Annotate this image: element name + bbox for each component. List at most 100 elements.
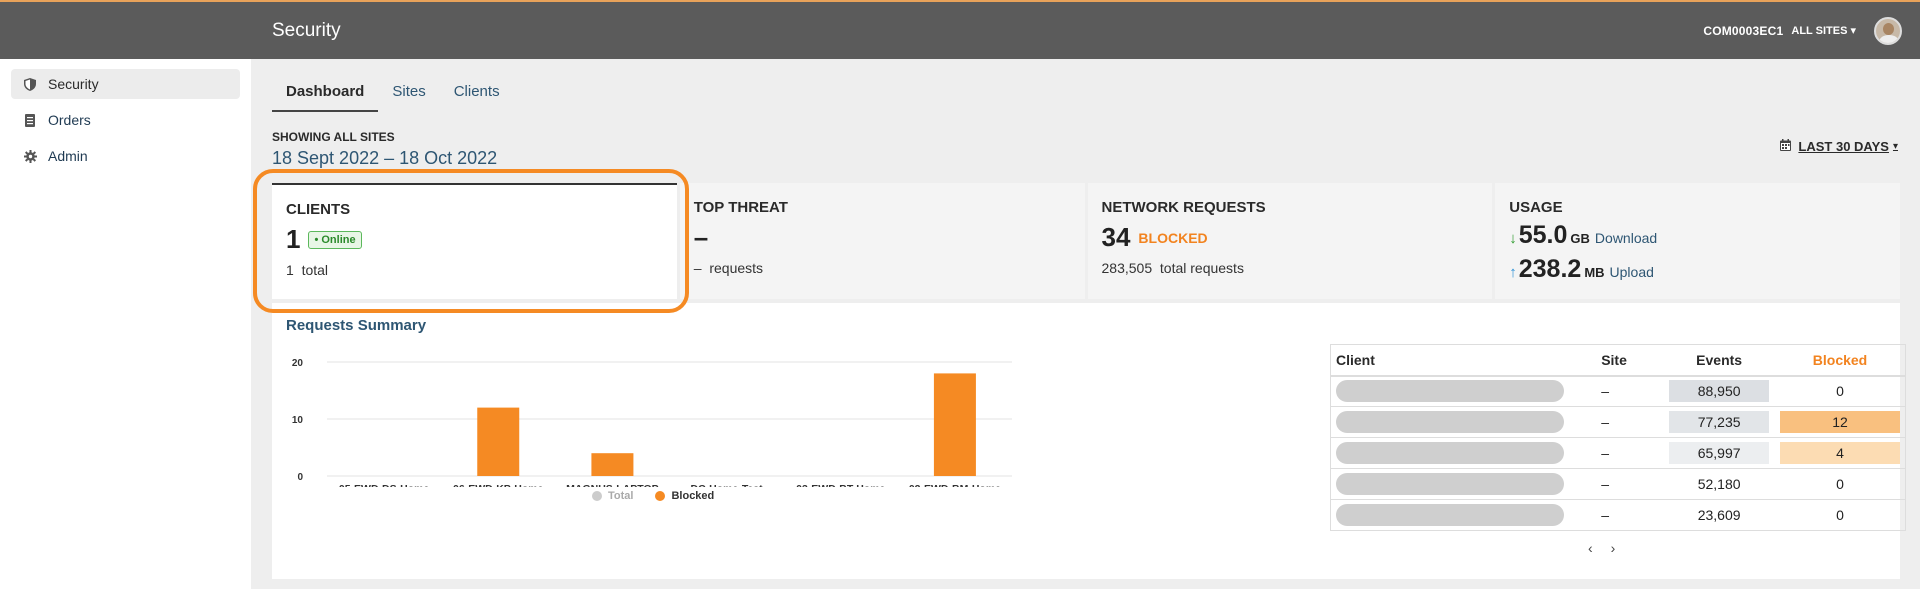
redacted-client-name: [1336, 411, 1564, 433]
column-header-client[interactable]: Client: [1330, 344, 1597, 377]
chevron-down-icon: ▾: [1892, 141, 1898, 152]
x-tick-label: 05-EWD-DS-Home: [339, 483, 430, 487]
status-badge: • Online: [308, 230, 362, 249]
sidebar-item-admin[interactable]: Admin: [11, 141, 240, 171]
blocked-value: 0: [1836, 476, 1844, 492]
period-label: LAST 30 DAYS: [1798, 139, 1889, 154]
calendar-icon: [1780, 139, 1792, 154]
document-icon: [22, 113, 38, 127]
clients-total-label: total: [301, 262, 329, 278]
next-page-button[interactable]: ›: [1611, 540, 1616, 556]
table-row[interactable]: – 23,609 0: [1330, 499, 1906, 531]
prev-page-button[interactable]: ‹: [1588, 540, 1593, 556]
client-cell: [1330, 437, 1597, 469]
bar-blocked: [591, 453, 634, 476]
upload-row: ↑ 238.2 MB Upload: [1509, 255, 1886, 284]
sidebar-item-security[interactable]: Security: [11, 69, 240, 99]
legend-swatch: [655, 491, 666, 501]
tab-bar: Dashboard Sites Clients: [272, 79, 514, 112]
events-cell: 65,997: [1663, 437, 1775, 469]
site-selector[interactable]: ALL SITES ▾: [1791, 24, 1856, 37]
x-tick-label: 03-EWD-BT-Home: [796, 483, 885, 487]
redacted-client-name: [1336, 504, 1564, 526]
table-row[interactable]: –65,997 4: [1330, 437, 1906, 469]
pagination: ‹ ›: [1588, 540, 1615, 556]
page-title: Security: [272, 19, 341, 41]
avatar[interactable]: [1874, 16, 1902, 45]
client-cell: [1330, 468, 1597, 500]
redacted-client-name: [1336, 380, 1564, 403]
blocked-value: 0: [1836, 507, 1844, 523]
section-title: Requests Summary: [286, 317, 427, 334]
blocked-label: BLOCKED: [1138, 229, 1208, 246]
main-content: Dashboard Sites Clients SHOWING ALL SITE…: [251, 59, 1920, 589]
y-tick-label: 10: [292, 415, 304, 426]
blocked-cell: 4: [1775, 437, 1906, 469]
top-bar: Security COM0003EC1 ALL SITES ▾: [251, 2, 1920, 59]
site-selector-label: ALL SITES: [1791, 25, 1848, 37]
blocked-cell: 12: [1775, 406, 1906, 438]
blocked-cell: 0: [1775, 375, 1906, 407]
column-header-events[interactable]: Events: [1663, 344, 1775, 377]
top-threat-card[interactable]: TOP THREAT – – requests: [679, 183, 1085, 299]
stat-cards: CLIENTS 1 • Online 1 total TOP THREAT – …: [272, 183, 1900, 299]
column-header-site[interactable]: Site: [1596, 344, 1664, 377]
blocked-count: 34: [1101, 222, 1131, 252]
table-row[interactable]: –77,235 12: [1330, 406, 1906, 438]
y-tick-label: 0: [297, 472, 303, 483]
download-value: 55.0: [1518, 221, 1568, 249]
arrow-down-icon: ↓: [1509, 230, 1517, 247]
legend-item-blocked[interactable]: Blocked: [655, 490, 714, 502]
site-cell: –: [1596, 499, 1664, 531]
download-label: Download: [1594, 230, 1658, 246]
download-row: ↓ 55.0 GB Download: [1509, 221, 1886, 250]
sidebar-nav: Security Orders Admin: [0, 59, 251, 171]
x-tick-label: 06-EWD-KP-Home: [453, 483, 544, 487]
sidebar-item-label: Security: [48, 76, 99, 92]
tab-clients[interactable]: Clients: [440, 79, 514, 112]
card-title: TOP THREAT: [693, 199, 788, 216]
gear-icon: [22, 149, 38, 163]
table-row[interactable]: –88,950 0: [1330, 375, 1906, 407]
x-tick-label: DC-Home-Test: [691, 483, 764, 487]
upload-label: Upload: [1609, 264, 1654, 280]
total-requests-label: total requests: [1159, 260, 1244, 276]
events-value: 65,997: [1669, 442, 1770, 464]
events-value: 52,180: [1697, 476, 1741, 492]
clients-card[interactable]: CLIENTS 1 • Online 1 total: [272, 183, 677, 299]
events-cell: 52,180: [1663, 468, 1775, 500]
site-cell: –: [1596, 406, 1664, 438]
card-title: USAGE: [1509, 199, 1563, 216]
clients-total-value: 1: [286, 262, 294, 278]
redacted-client-name: [1336, 442, 1564, 464]
table-header-row: Client Site Events Blocked: [1330, 344, 1906, 377]
column-header-blocked[interactable]: Blocked: [1775, 344, 1906, 377]
sidebar-item-label: Admin: [48, 148, 88, 164]
events-value: 88,950: [1669, 380, 1770, 403]
chart-legend: Total Blocked: [592, 490, 736, 502]
org-id: COM0003EC1: [1703, 23, 1784, 38]
shield-icon: [22, 77, 38, 91]
requests-bar-chart: 0 10 20 05-EWD-DS-Home 06-EWD-KP-Home MAGNUS-…: [292, 358, 1012, 487]
tab-dashboard[interactable]: Dashboard: [272, 79, 379, 112]
tab-sites[interactable]: Sites: [378, 79, 439, 112]
clients-table: Client Site Events Blocked –88,950 0–77,2…: [1330, 344, 1906, 531]
threat-requests-label: requests: [709, 260, 764, 276]
network-requests-card[interactable]: NETWORK REQUESTS 34 BLOCKED 283,505 tota…: [1087, 183, 1493, 299]
events-cell: 77,235: [1663, 406, 1775, 438]
events-value: 23,609: [1697, 507, 1741, 523]
clients-count: 1: [286, 224, 301, 254]
site-cell: –: [1596, 468, 1664, 500]
legend-label: Total: [608, 490, 634, 502]
client-cell: [1330, 499, 1597, 531]
upload-unit: MB: [1584, 265, 1605, 280]
legend-swatch: [592, 491, 602, 501]
table-row[interactable]: – 52,180 0: [1330, 468, 1906, 500]
requests-summary-panel: Requests Summary 0 10 20 05-EWD-DS-Home 06-E…: [272, 303, 1906, 579]
period-selector[interactable]: LAST 30 DAYS ▾: [1780, 139, 1898, 154]
events-cell: 88,950: [1663, 375, 1775, 407]
legend-item-total[interactable]: Total: [592, 490, 633, 502]
usage-card[interactable]: USAGE ↓ 55.0 GB Download ↑ 238.2 MB Uplo…: [1495, 183, 1900, 299]
events-value: 77,235: [1669, 411, 1770, 433]
sidebar-item-orders[interactable]: Orders: [11, 105, 240, 135]
